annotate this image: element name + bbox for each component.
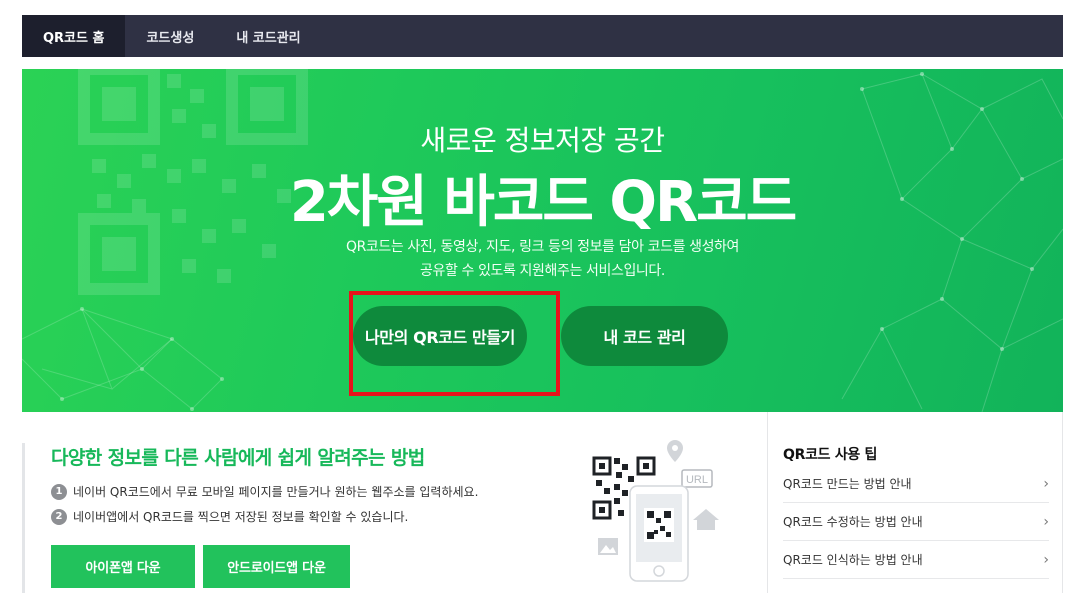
- tips-title: QR코드 사용 팁: [783, 447, 878, 463]
- tip-item-label: QR코드 수정하는 방법 안내: [783, 515, 923, 529]
- info-step-1-text: 네이버 QR코드에서 무료 모바일 페이지를 만들거나 원하는 웹주소를 입력하…: [73, 485, 479, 499]
- info-step-1: 1 네이버 QR코드에서 무료 모바일 페이지를 만들거나 원하는 웹주소를 입…: [51, 483, 478, 500]
- info-step-2: 2 네이버앱에서 QR코드를 찍으면 저장된 정보를 확인할 수 있습니다.: [51, 508, 408, 525]
- hero-description-line-1: QR코드는 사진, 동영상, 지도, 링크 등의 정보를 담아 코드를 생성하여: [345, 239, 740, 255]
- tip-item-how-to-edit[interactable]: QR코드 수정하는 방법 안내 ›: [783, 503, 1049, 541]
- hero-description: QR코드는 사진, 동영상, 지도, 링크 등의 정보를 담아 코드를 생성하여…: [22, 235, 1063, 283]
- tip-item-how-to-make[interactable]: QR코드 만드는 방법 안내 ›: [783, 465, 1049, 503]
- hero-subtitle: 새로운 정보저장 공간: [420, 124, 665, 157]
- iphone-app-download-button[interactable]: 아이폰앱 다운: [51, 545, 195, 588]
- tips-panel: QR코드 사용 팁 QR코드 만드는 방법 안내 › QR코드 수정하는 방법 …: [767, 412, 1063, 593]
- step-number-1: 1: [51, 483, 67, 500]
- chevron-right-icon: ›: [1043, 475, 1049, 492]
- make-my-qr-button[interactable]: 나만의 QR코드 만들기: [353, 306, 527, 366]
- top-nav: QR코드 홈 코드생성 내 코드관리: [22, 15, 1063, 57]
- hero-description-line-2: 공유할 수 있도록 지원해주는 서비스입니다.: [420, 263, 665, 279]
- chevron-right-icon: ›: [1043, 513, 1049, 530]
- tip-item-label: QR코드 만드는 방법 안내: [783, 477, 912, 491]
- url-label: URL: [686, 474, 708, 486]
- android-app-download-button[interactable]: 안드로이드앱 다운: [203, 545, 350, 588]
- url-icon: URL: [681, 469, 713, 488]
- tip-item-label: QR코드 인식하는 방법 안내: [783, 553, 923, 567]
- info-step-2-text: 네이버앱에서 QR코드를 찍으면 저장된 정보를 확인할 수 있습니다.: [73, 510, 409, 524]
- map-pin-icon: [667, 440, 683, 462]
- hero-title: 2차원 바코드 QR코드: [289, 170, 797, 235]
- image-icon: [598, 538, 618, 555]
- tab-my-codes[interactable]: 내 코드관리: [215, 15, 321, 57]
- manage-my-code-button[interactable]: 내 코드 관리: [561, 306, 728, 366]
- info-title: 다양한 정보를 다른 사람에게 쉽게 알려주는 방법: [51, 447, 425, 469]
- tab-create-code[interactable]: 코드생성: [125, 15, 215, 57]
- tips-list: QR코드 만드는 방법 안내 › QR코드 수정하는 방법 안내 › QR코드 …: [783, 465, 1049, 579]
- hero-banner: 새로운 정보저장 공간 2차원 바코드 QR코드 QR코드는 사진, 동영상, …: [22, 69, 1063, 412]
- home-icon: [693, 509, 719, 530]
- tip-item-how-to-scan[interactable]: QR코드 인식하는 방법 안내 ›: [783, 541, 1049, 579]
- tab-qr-home[interactable]: QR코드 홈: [22, 15, 126, 57]
- qr-phone-illustration: URL: [590, 438, 720, 583]
- step-number-2: 2: [51, 508, 67, 525]
- phone-icon: [629, 485, 689, 582]
- chevron-right-icon: ›: [1043, 551, 1049, 568]
